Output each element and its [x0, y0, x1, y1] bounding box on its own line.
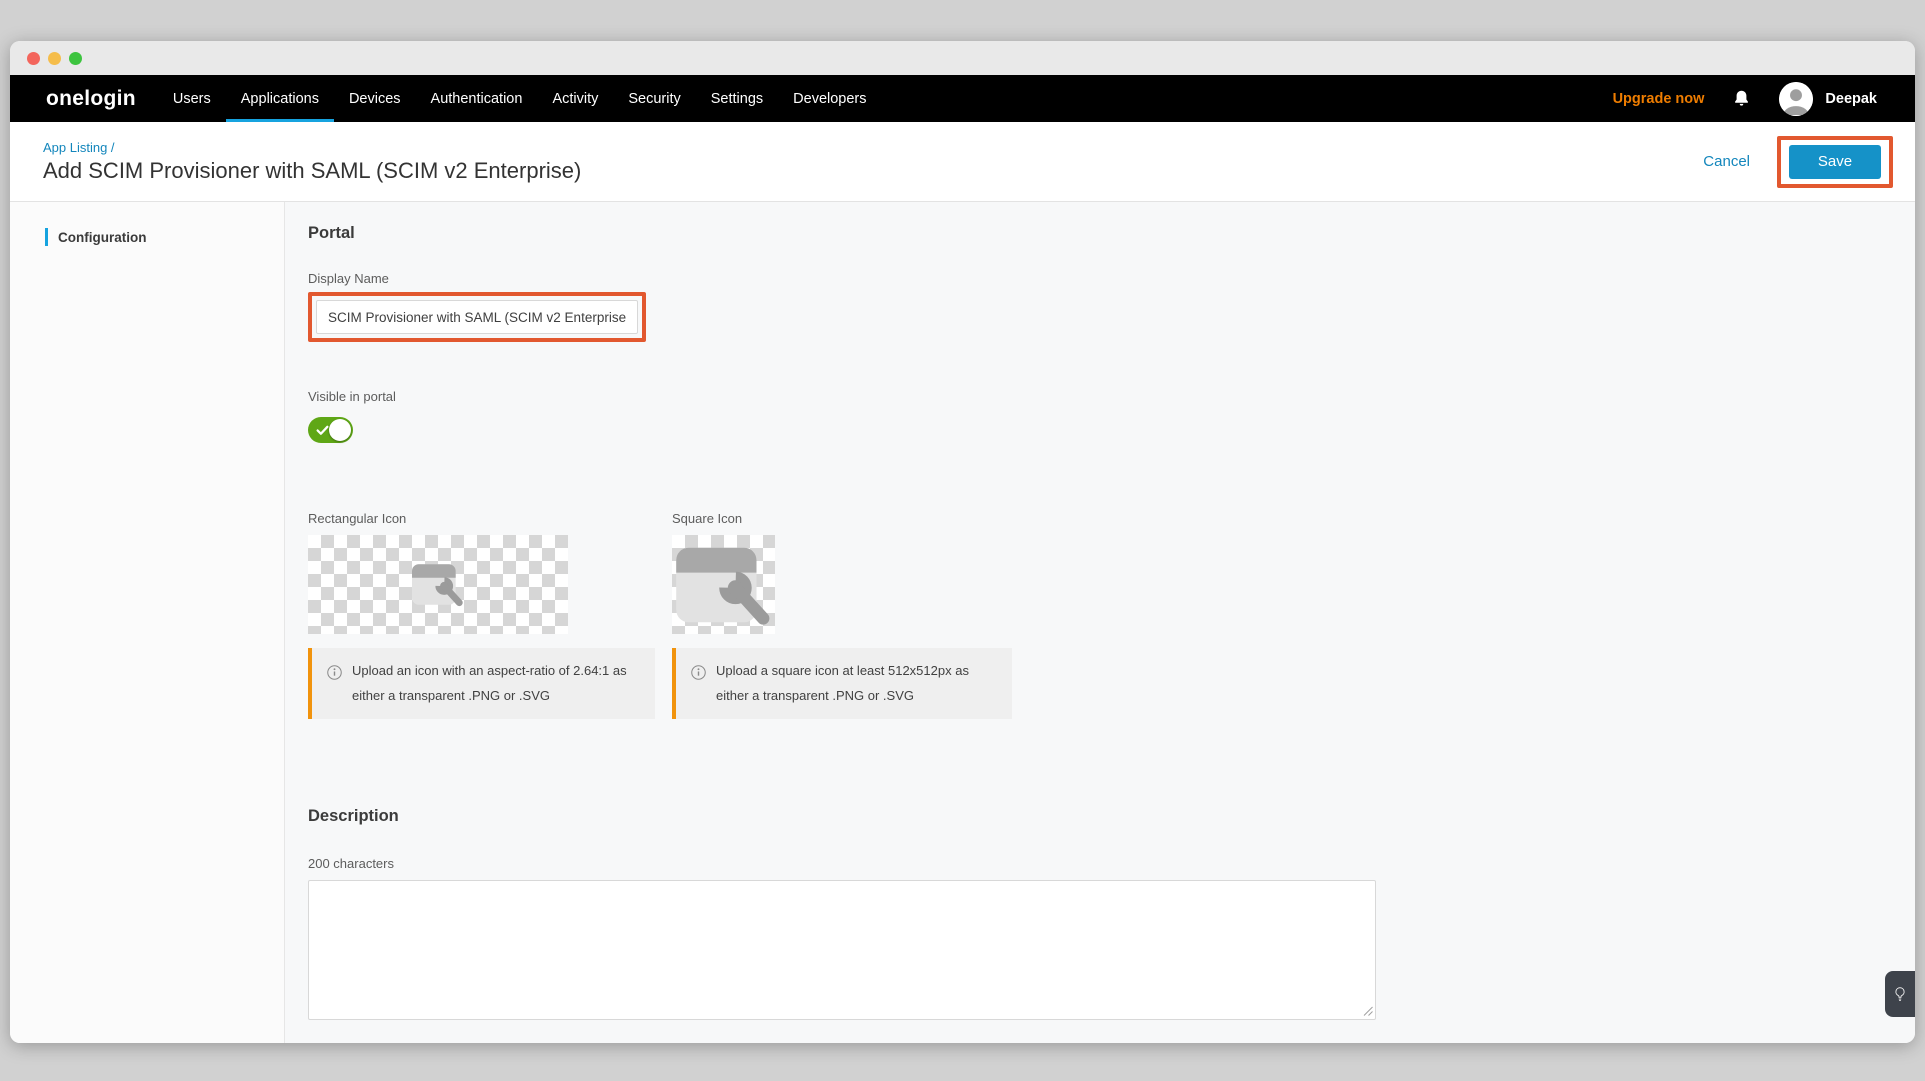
active-indicator — [45, 228, 48, 246]
maximize-window-button[interactable] — [69, 52, 82, 65]
toggle-knob — [329, 419, 351, 441]
square-icon-info-text: Upload a square icon at least 512x512px … — [716, 658, 1000, 709]
square-icon-label: Square Icon — [672, 511, 1012, 526]
nav-item-devices[interactable]: Devices — [334, 75, 416, 122]
primary-nav: Users Applications Devices Authenticatio… — [158, 75, 882, 122]
page-header: App Listing / Add SCIM Provisioner with … — [10, 122, 1915, 202]
breadcrumb-app-listing[interactable]: App Listing / — [43, 140, 581, 155]
sidebar-item-label: Configuration — [58, 230, 146, 245]
display-name-input[interactable] — [316, 300, 638, 334]
sidebar-item-configuration[interactable]: Configuration — [10, 228, 284, 246]
main-area: Configuration Portal Display Name Visibl… — [10, 202, 1915, 1043]
nav-item-applications[interactable]: Applications — [226, 75, 334, 122]
rectangular-icon-info: Upload an icon with an aspect-ratio of 2… — [308, 648, 655, 719]
info-icon — [327, 663, 342, 688]
page-title: Add SCIM Provisioner with SAML (SCIM v2 … — [43, 158, 581, 184]
window-titlebar — [10, 41, 1915, 75]
user-avatar — [1779, 82, 1813, 116]
portal-section-heading: Portal — [308, 224, 1915, 243]
notifications-bell-icon[interactable] — [1731, 88, 1752, 110]
close-window-button[interactable] — [27, 52, 40, 65]
user-menu[interactable]: Deepak — [1779, 82, 1877, 116]
lightbulb-icon — [1892, 985, 1908, 1003]
check-icon — [316, 425, 329, 436]
upgrade-now-link[interactable]: Upgrade now — [1613, 91, 1705, 107]
help-lightbulb-button[interactable] — [1885, 971, 1915, 1017]
display-name-label: Display Name — [308, 271, 1915, 286]
browser-window: onelogin Users Applications Devices Auth… — [10, 41, 1915, 1043]
content-panel: Portal Display Name Visible in portal Re… — [285, 202, 1915, 1043]
rectangular-icon-label: Rectangular Icon — [308, 511, 655, 526]
app-placeholder-icon — [412, 561, 464, 608]
cancel-button[interactable]: Cancel — [1703, 153, 1750, 170]
annotation-box-save: Save — [1777, 136, 1893, 188]
onelogin-logo[interactable]: onelogin — [10, 75, 136, 122]
character-counter: 200 characters — [308, 856, 1915, 871]
rectangular-icon-info-text: Upload an icon with an aspect-ratio of 2… — [352, 658, 643, 709]
nav-item-developers[interactable]: Developers — [778, 75, 881, 122]
save-button[interactable]: Save — [1789, 145, 1881, 179]
nav-item-users[interactable]: Users — [158, 75, 226, 122]
nav-item-authentication[interactable]: Authentication — [416, 75, 538, 122]
annotation-box-display-name — [308, 292, 646, 342]
minimize-window-button[interactable] — [48, 52, 61, 65]
info-icon — [691, 663, 706, 688]
visible-in-portal-toggle[interactable] — [308, 417, 353, 443]
top-navbar: onelogin Users Applications Devices Auth… — [10, 75, 1915, 122]
user-name: Deepak — [1825, 91, 1877, 107]
textarea-resize-handle[interactable] — [1363, 1006, 1373, 1016]
description-section-heading: Description — [308, 807, 1915, 826]
rectangular-icon-preview — [308, 535, 568, 634]
navbar-right: Upgrade now Deepak — [1613, 75, 1915, 122]
description-textarea[interactable] — [308, 880, 1376, 1020]
square-icon-preview — [672, 535, 775, 634]
visible-in-portal-label: Visible in portal — [308, 389, 1915, 404]
square-icon-info: Upload a square icon at least 512x512px … — [672, 648, 1012, 719]
nav-item-settings[interactable]: Settings — [696, 75, 778, 122]
nav-item-activity[interactable]: Activity — [537, 75, 613, 122]
nav-item-security[interactable]: Security — [613, 75, 695, 122]
app-placeholder-icon — [676, 542, 772, 628]
settings-sidebar: Configuration — [10, 202, 285, 1043]
